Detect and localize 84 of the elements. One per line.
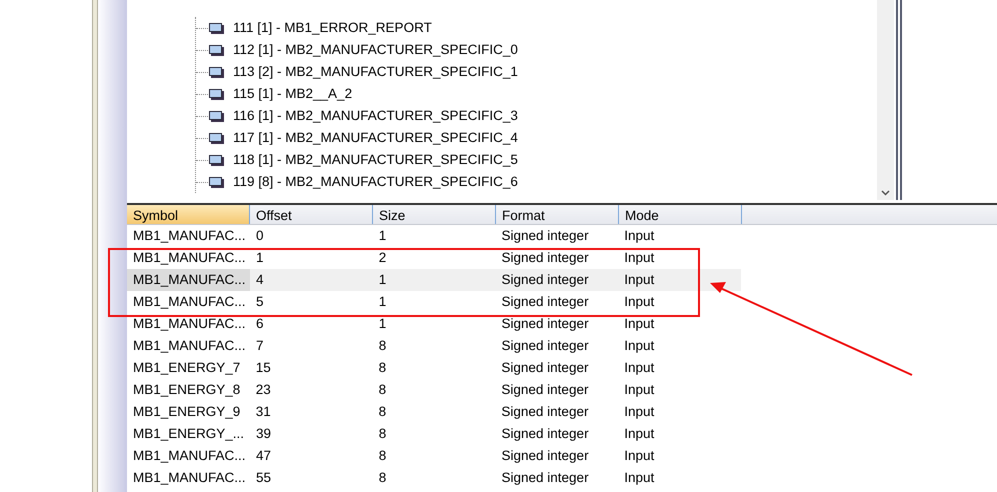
table-cell-text: MB1_ENERGY_8 [132,380,242,399]
table-cell-text: 1 [378,226,388,245]
table-cell: MB1_MANUFAC... [127,269,250,291]
selected-row[interactable]: MB1_MANUFAC... 4 1 Signed integer Input [127,269,741,291]
table-cell-text: 1 [378,270,388,289]
table-cell-text: 47 [255,446,272,465]
table-cell-text: MB1_MANUFAC... [132,446,247,465]
table-cell-text: Input [623,468,656,487]
module-icon [209,154,224,166]
table-cell-text: Input [623,380,656,399]
table-cell-text: 1 [378,314,388,333]
table-cell-text: 15 [254,358,272,377]
table-cell-text: Signed integer [500,468,590,487]
module-icon [209,176,224,188]
table-cell-text: Input [623,248,656,267]
table-cell-text: 39 [255,424,272,443]
table-cell-text: 8 [378,446,388,465]
tree-item[interactable]: 112 [1] - MB2_MANUFACTURER_SPECIFIC_0 [233,40,518,60]
table-cell-text: MB1_MANUFAC... [132,468,247,487]
table-cell-text: MB1_MANUFAC... [132,248,247,267]
table-cell-text: Signed integer [500,402,590,421]
column-header[interactable]: Offset [250,205,373,224]
table-cell-text: Signed integer [500,270,590,289]
table-cell-text: Signed integer [500,446,590,465]
module-icon [209,88,224,100]
table-cell-text: 23 [254,380,272,399]
table-cell-text: 8 [378,380,388,399]
module-icon [209,66,224,78]
column-header[interactable]: Size [373,205,496,224]
splitter[interactable] [896,0,902,200]
table-cell-text: 31 [254,402,272,421]
module-icon [209,22,224,34]
tree-item[interactable]: 111 [1] - MB1_ERROR_REPORT [233,18,432,38]
tree-item[interactable]: 118 [1] - MB2_MANUFACTURER_SPECIFIC_5 [233,150,518,170]
table-cell-text: 1 [378,292,388,311]
table-cell-text: Signed integer [500,336,590,355]
tree-item[interactable]: 115 [1] - MB2__A_2 [233,84,352,104]
table-cell-text: 7 [255,336,265,355]
table-cell-text: 4 [255,270,265,289]
table-cell-text: MB1_ENERGY_7 [132,358,242,377]
tree-item[interactable]: 117 [1] - MB2_MANUFACTURER_SPECIFIC_4 [233,128,518,148]
table-cell-text: Signed integer [500,248,590,267]
table-cell-text: 55 [255,468,272,487]
table-cell-text: 5 [255,292,265,311]
table-cell-text: MB1_MANUFAC... [132,226,247,245]
table-cell-text: Input [623,424,656,443]
table-cell-text: Signed integer [500,424,590,443]
table-cell-text: Input [623,358,656,377]
table-cell-text: Input [623,446,656,465]
table-cell-text: Signed integer [500,358,590,377]
table-cell-text: MB1_ENERGY_... [132,424,246,443]
table-cell-text: Input [623,402,656,421]
module-icon [209,44,224,56]
tree-item[interactable]: 119 [8] - MB2_MANUFACTURER_SPECIFIC_6 [233,172,518,192]
table-cell-text: 1 [255,248,265,267]
table-cell-text: Input [623,226,656,245]
table-cell-text: MB1_MANUFAC... [132,292,247,311]
column-header[interactable]: Format [496,205,619,224]
scrollbar[interactable] [877,0,894,200]
table-cell-text: Input [623,314,656,333]
table-cell-text: Input [623,270,656,289]
table-cell-text: Signed integer [500,380,590,399]
column-header[interactable]: Symbol [127,205,250,224]
tree-item[interactable]: 113 [2] - MB2_MANUFACTURER_SPECIFIC_1 [233,62,518,82]
table-cell-text: 0 [255,226,265,245]
table-cell-text: 8 [378,402,388,421]
module-icon [209,132,224,144]
table-cell-text: Input [623,292,656,311]
table-cell-text: 2 [378,248,388,267]
table-cell-text: 8 [378,468,388,487]
table-cell-text: Signed integer [500,314,590,333]
module-icon [209,110,224,122]
column-header[interactable]: Mode [619,205,742,224]
table-cell-text: MB1_MANUFAC... [132,314,247,333]
tree-item[interactable]: 116 [1] - MB2_MANUFACTURER_SPECIFIC_3 [233,106,518,126]
table-cell-text: Signed integer [500,292,590,311]
table-cell-text: MB1_MANUFAC... [132,336,247,355]
table-cell-text: 6 [255,314,265,333]
table-cell-text: 8 [378,358,388,377]
table-cell-text: 8 [378,424,388,443]
table-cell-text: Signed integer [500,226,590,245]
table-cell-text: Input [623,336,656,355]
table-cell-text: 8 [378,336,388,355]
table-cell-text: MB1_ENERGY_9 [132,402,242,421]
